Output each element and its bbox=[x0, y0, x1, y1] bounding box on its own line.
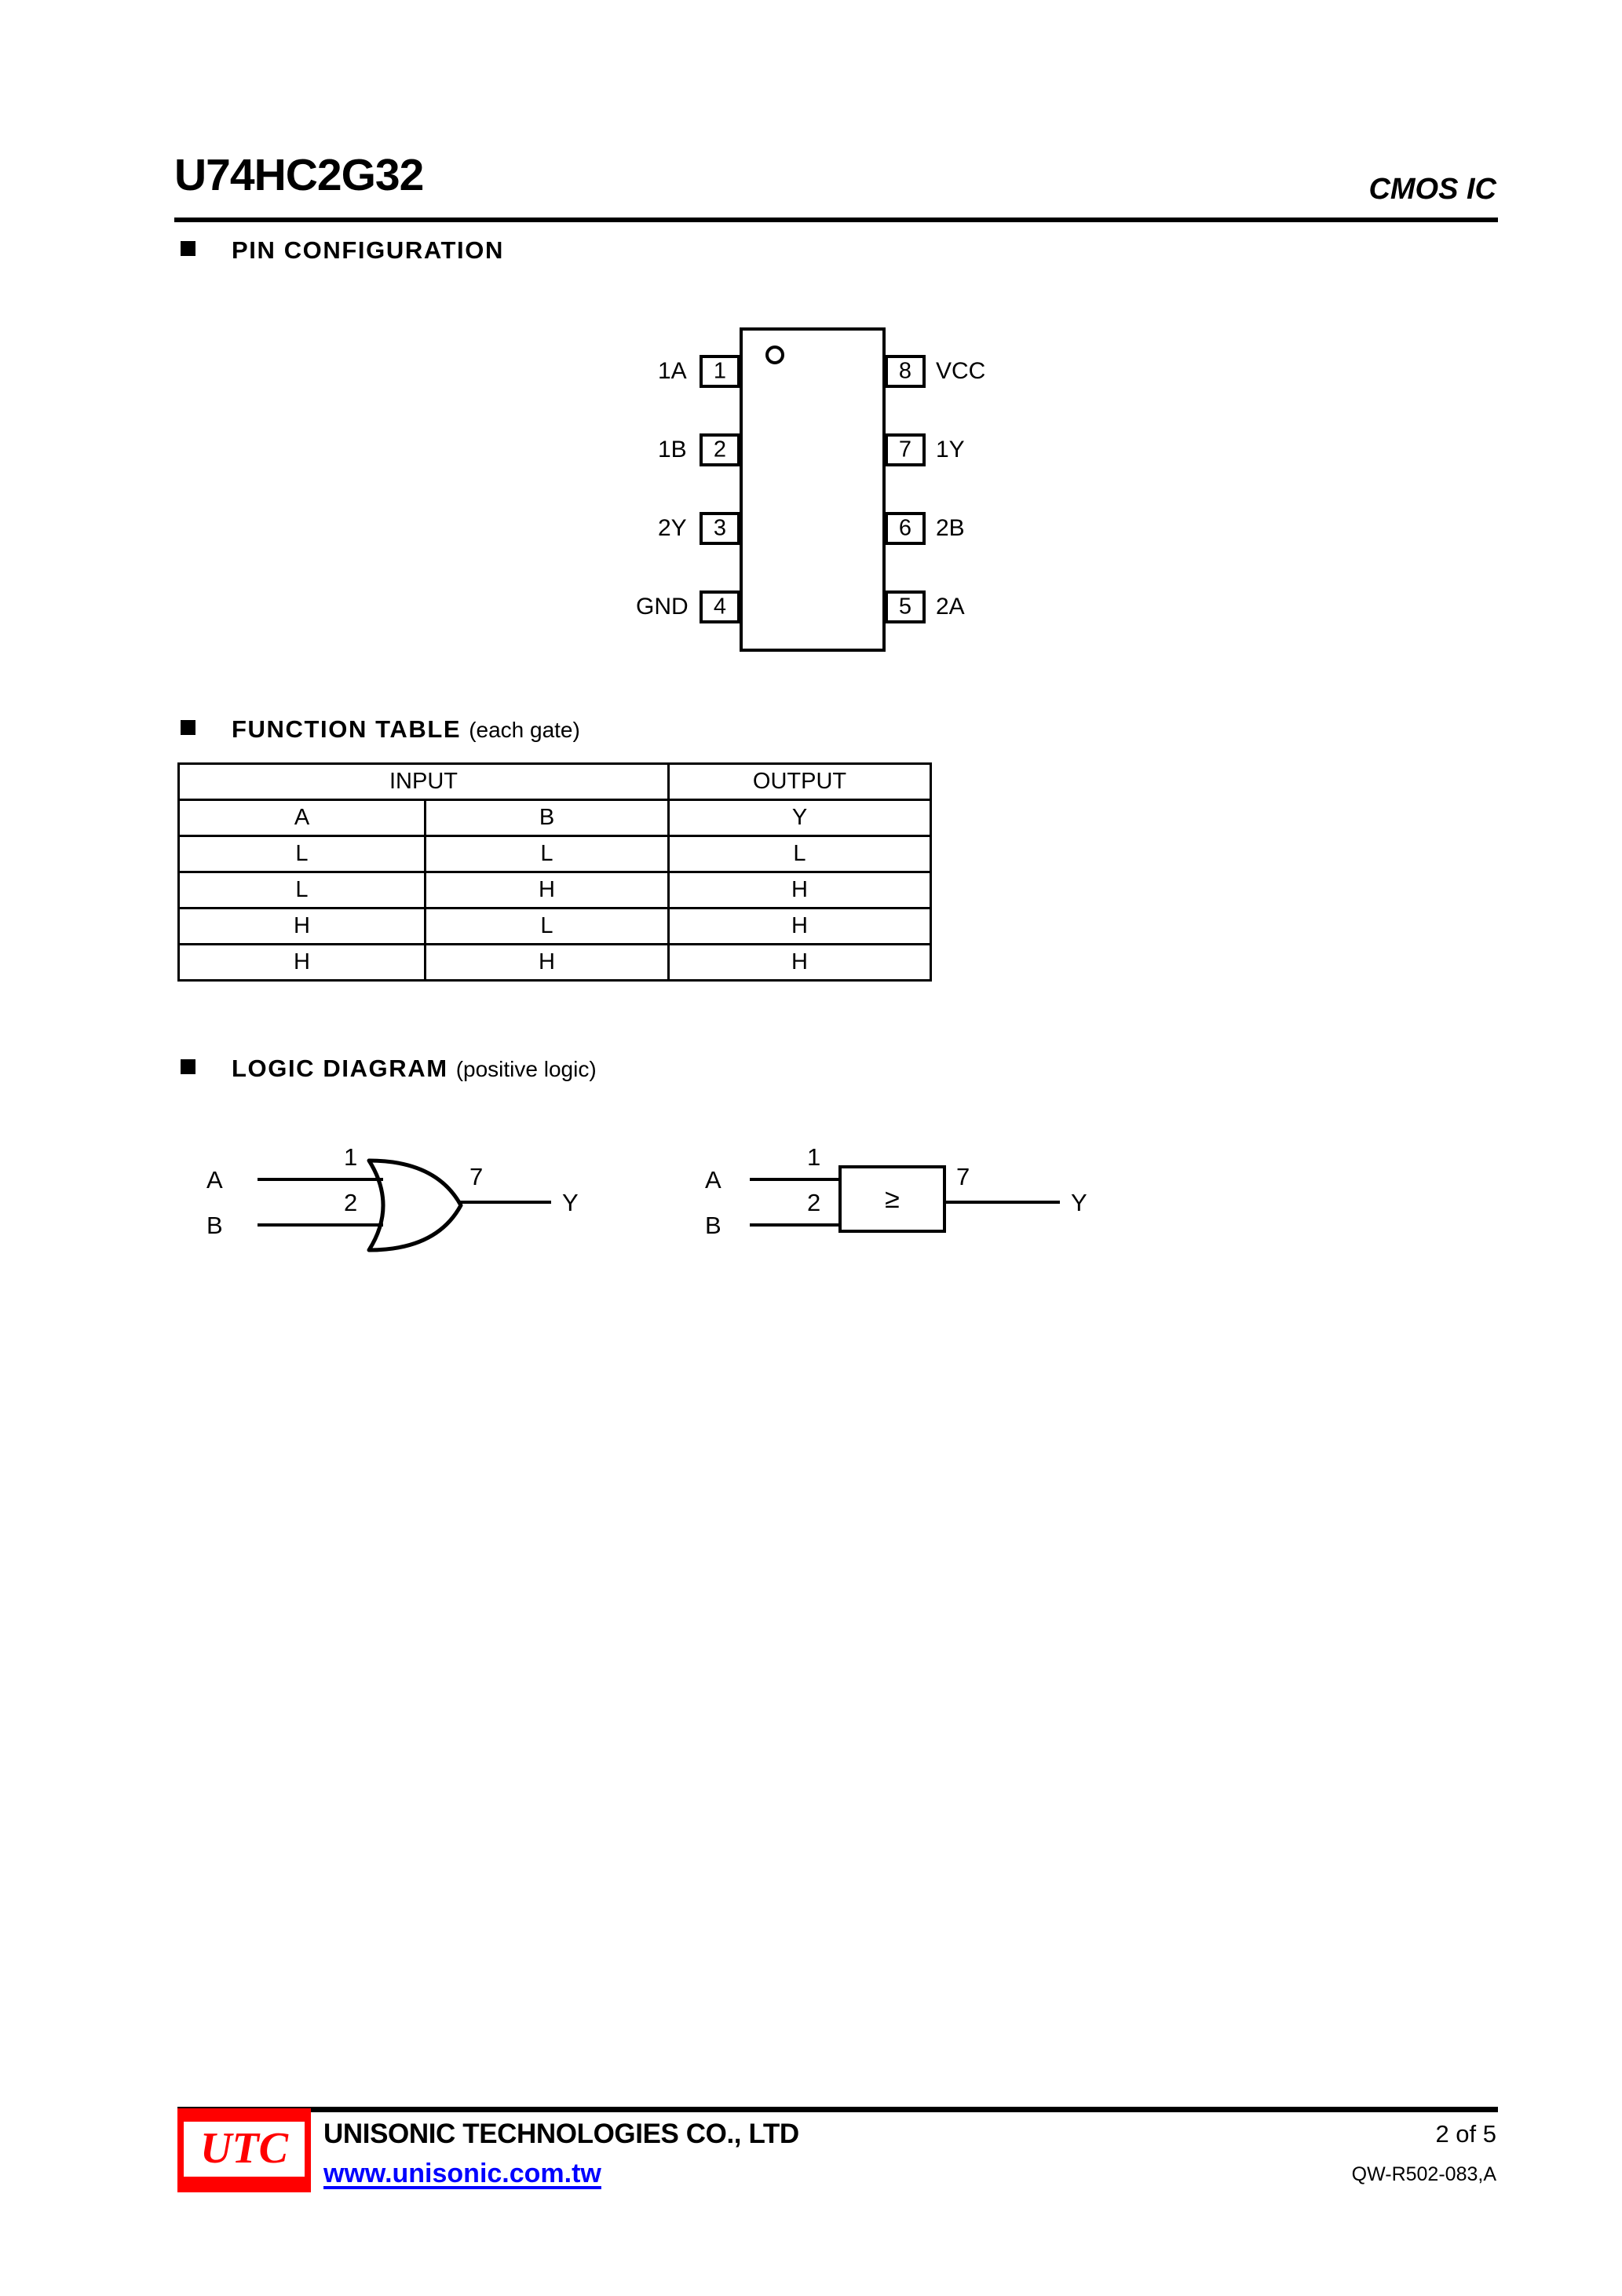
logo-text: UTC bbox=[200, 2123, 288, 2173]
pin-label-1a: 1A bbox=[658, 358, 687, 384]
company-name: UNISONIC TECHNOLOGIES CO., LTD bbox=[323, 2119, 799, 2149]
input-wire-a bbox=[750, 1178, 840, 1181]
cell-y: H bbox=[667, 907, 932, 945]
table-row: L H H bbox=[177, 871, 932, 909]
greater-equal-symbol-icon: ≥ bbox=[885, 1184, 900, 1214]
cell-b: L bbox=[424, 835, 670, 873]
bullet-square-icon bbox=[181, 720, 195, 735]
utc-logo: UTC bbox=[177, 2108, 311, 2192]
table-row: H H H bbox=[177, 943, 932, 982]
cell-a: L bbox=[177, 835, 426, 873]
pin-number-5: 5 bbox=[898, 594, 912, 620]
pin-number-1: 1 bbox=[344, 1143, 358, 1171]
pin-number-1: 1 bbox=[713, 358, 727, 384]
pin-box-2: 2 bbox=[700, 433, 740, 466]
pin-number-7: 7 bbox=[898, 437, 912, 462]
table-row: H L H bbox=[177, 907, 932, 945]
document-code: QW-R502-083,A bbox=[1351, 2163, 1496, 2185]
pin-number-1: 1 bbox=[807, 1143, 821, 1171]
pin-number-8: 8 bbox=[898, 358, 912, 384]
function-table: INPUT OUTPUT A B Y L L L L H H H L H H H… bbox=[177, 762, 932, 982]
pin-label-gnd: GND bbox=[636, 594, 689, 620]
pin-number-7: 7 bbox=[469, 1163, 484, 1190]
section-heading-pin-configuration: PIN CONFIGURATION bbox=[181, 238, 504, 262]
logo-inner-panel: UTC bbox=[184, 2122, 305, 2177]
cell-y: H bbox=[667, 943, 932, 982]
pin-number-2: 2 bbox=[344, 1189, 358, 1216]
pin-box-1: 1 bbox=[700, 355, 740, 388]
footer-divider bbox=[177, 2107, 1498, 2112]
product-family-label: CMOS IC bbox=[1368, 173, 1496, 206]
output-wire bbox=[460, 1201, 551, 1204]
section-heading-logic-diagram: LOGIC DIAGRAM (positive logic) bbox=[181, 1056, 597, 1080]
cell-a: H bbox=[177, 943, 426, 982]
pin-label-2b: 2B bbox=[936, 515, 965, 541]
iec-gate-box: ≥ bbox=[838, 1165, 946, 1233]
pin-label-1y: 1Y bbox=[936, 437, 965, 462]
cell-a: H bbox=[177, 907, 426, 945]
input-wire-b bbox=[750, 1223, 840, 1227]
pin1-marker-dot-icon bbox=[765, 345, 784, 364]
input-label-b: B bbox=[705, 1212, 721, 1239]
cell-y: L bbox=[667, 835, 932, 873]
table-group-header-row: INPUT OUTPUT bbox=[177, 762, 932, 801]
cell-b: L bbox=[424, 907, 670, 945]
pin-box-5: 5 bbox=[885, 590, 926, 623]
pin-number-2: 2 bbox=[807, 1189, 821, 1216]
cell-b: H bbox=[424, 871, 670, 909]
section-title: LOGIC DIAGRAM bbox=[232, 1055, 448, 1082]
cell-y: H bbox=[667, 871, 932, 909]
ic-package-body bbox=[740, 327, 886, 652]
input-label-a: A bbox=[206, 1166, 223, 1194]
input-label-a: A bbox=[705, 1166, 721, 1194]
bullet-square-icon bbox=[181, 241, 195, 256]
section-subtitle: (each gate) bbox=[469, 718, 580, 742]
table-column-header-row: A B Y bbox=[177, 799, 932, 837]
pin-label-vcc: VCC bbox=[936, 358, 986, 384]
section-title: PIN CONFIGURATION bbox=[232, 236, 504, 264]
pin-number-2: 2 bbox=[713, 437, 727, 462]
output-wire bbox=[945, 1201, 1060, 1204]
pin-box-8: 8 bbox=[885, 355, 926, 388]
group-header-output: OUTPUT bbox=[667, 762, 932, 801]
pin-box-3: 3 bbox=[700, 512, 740, 545]
section-title: FUNCTION TABLE bbox=[232, 715, 462, 743]
datasheet-page: U74HC2G32 CMOS IC PIN CONFIGURATION 1A 1… bbox=[0, 0, 1622, 2296]
cell-b: H bbox=[424, 943, 670, 982]
website-link[interactable]: www.unisonic.com.tw bbox=[323, 2160, 601, 2187]
pin-number-4: 4 bbox=[713, 594, 727, 620]
pin-label-2a: 2A bbox=[936, 594, 965, 620]
page-number: 2 of 5 bbox=[1435, 2120, 1496, 2148]
input-label-b: B bbox=[206, 1212, 223, 1239]
page-title: U74HC2G32 bbox=[174, 150, 424, 200]
cell-a: L bbox=[177, 871, 426, 909]
table-row: L L L bbox=[177, 835, 932, 873]
section-subtitle: (positive logic) bbox=[455, 1057, 597, 1081]
column-header-a: A bbox=[177, 799, 426, 837]
pin-label-1b: 1B bbox=[658, 437, 687, 462]
pin-number-6: 6 bbox=[898, 515, 912, 541]
column-header-b: B bbox=[424, 799, 670, 837]
pin-number-3: 3 bbox=[713, 515, 727, 541]
pin-label-2y: 2Y bbox=[658, 515, 687, 541]
output-label-y: Y bbox=[1071, 1189, 1087, 1216]
pin-box-4: 4 bbox=[700, 590, 740, 623]
header-divider bbox=[174, 218, 1498, 222]
output-label-y: Y bbox=[562, 1189, 579, 1216]
pin-number-7: 7 bbox=[956, 1163, 970, 1190]
pin-box-7: 7 bbox=[885, 433, 926, 466]
section-heading-function-table: FUNCTION TABLE (each gate) bbox=[181, 717, 580, 741]
bullet-square-icon bbox=[181, 1059, 195, 1074]
column-header-y: Y bbox=[667, 799, 932, 837]
pin-box-6: 6 bbox=[885, 512, 926, 545]
group-header-input: INPUT bbox=[177, 762, 670, 801]
